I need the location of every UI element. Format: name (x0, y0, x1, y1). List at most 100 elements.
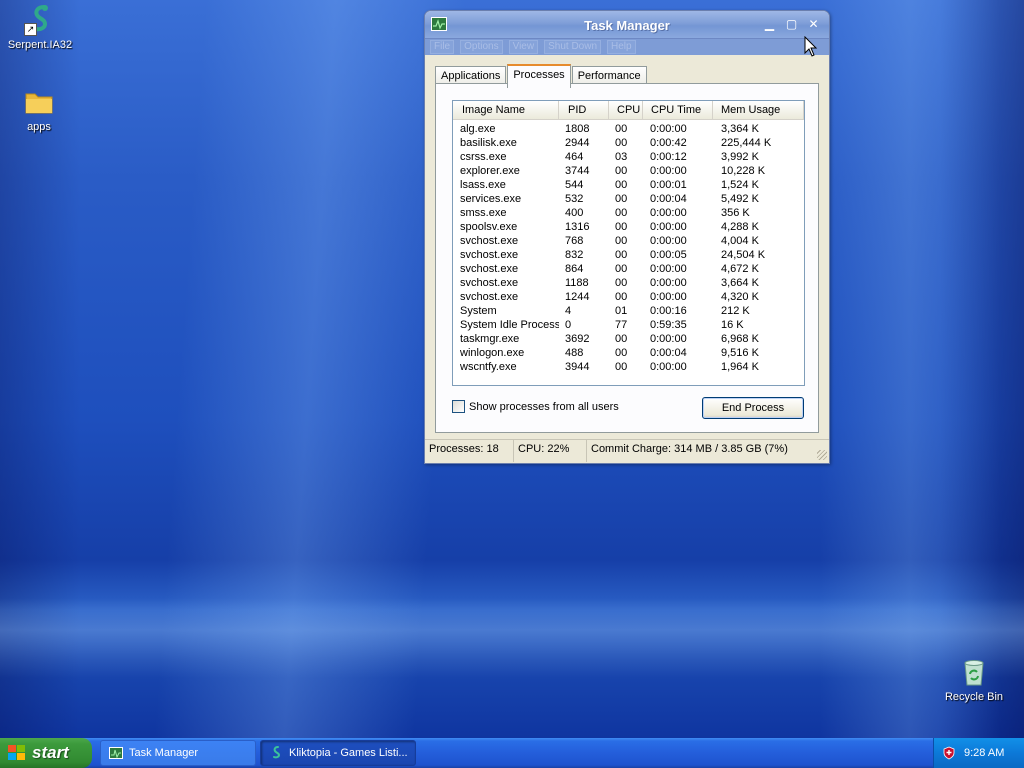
process-image-name: System Idle Process (460, 319, 559, 331)
table-row[interactable]: spoolsv.exe 1316 00 0:00:00 4,288 K (453, 220, 804, 234)
tab-processes[interactable]: Processes (507, 64, 571, 88)
process-cpu-time: 0:00:16 (650, 305, 687, 317)
process-image-name: alg.exe (460, 123, 496, 135)
column-header-mem-usage[interactable]: Mem Usage (713, 101, 804, 119)
maximize-icon: ▢ (785, 17, 798, 31)
column-header-cpu-time[interactable]: CPU Time (643, 101, 713, 119)
process-cpu: 00 (615, 277, 628, 289)
process-cpu: 00 (615, 291, 628, 303)
menu-help[interactable]: Help (607, 40, 636, 54)
minimize-icon: ▁ (764, 17, 775, 31)
process-mem-usage: 16 K (721, 319, 744, 331)
table-row[interactable]: alg.exe 1808 00 0:00:00 3,364 K (453, 122, 804, 136)
status-bar: Processes: 18 CPU: 22% Commit Charge: 31… (425, 439, 829, 462)
table-row[interactable]: System Idle Process 0 77 0:59:35 16 K (453, 318, 804, 332)
table-row[interactable]: lsass.exe 544 00 0:00:01 1,524 K (453, 178, 804, 192)
menu-file[interactable]: File (430, 40, 455, 54)
process-cpu: 00 (615, 347, 628, 359)
process-pid: 768 (565, 235, 584, 247)
close-icon: ✕ (808, 17, 819, 31)
desktop-icon-serpent[interactable]: ↗ Serpent.IA32 (0, 4, 80, 51)
process-cpu: 00 (615, 263, 628, 275)
status-commit-charge: Commit Charge: 314 MB / 3.85 GB (7%) (591, 443, 788, 455)
menu-options[interactable]: Options (460, 40, 503, 54)
taskbar: start Task Manager Kliktopia - Games Lis… (0, 738, 1024, 768)
table-row[interactable]: smss.exe 400 00 0:00:00 356 K (453, 206, 804, 220)
process-pid: 3744 (565, 165, 590, 177)
process-cpu-time: 0:00:00 (650, 361, 687, 373)
maximize-button[interactable]: ▢ (783, 16, 800, 33)
table-row[interactable]: svchost.exe 832 00 0:00:05 24,504 K (453, 248, 804, 262)
process-cpu-time: 0:00:42 (650, 137, 687, 149)
column-header-image-name[interactable]: Image Name (453, 101, 559, 119)
process-cpu-time: 0:00:00 (650, 123, 687, 135)
table-row[interactable]: svchost.exe 864 00 0:00:00 4,672 K (453, 262, 804, 276)
wallpaper-streak (0, 598, 1024, 678)
process-mem-usage: 9,516 K (721, 347, 759, 359)
desktop-icon-label: apps (27, 121, 51, 133)
menu-shut-down[interactable]: Shut Down (544, 40, 602, 54)
table-row[interactable]: svchost.exe 768 00 0:00:00 4,004 K (453, 234, 804, 248)
desktop-icon-recycle-bin[interactable]: Recycle Bin (934, 656, 1014, 703)
window-titlebar[interactable]: Task Manager ▁ ▢ ✕ (425, 11, 829, 39)
menu-view[interactable]: View (508, 40, 539, 54)
wallpaper-streak (820, 0, 1000, 738)
process-pid: 1316 (565, 221, 590, 233)
process-cpu-time: 0:00:04 (650, 193, 687, 205)
start-button[interactable]: start (0, 738, 92, 768)
table-row[interactable]: winlogon.exe 488 00 0:00:04 9,516 K (453, 346, 804, 360)
process-cpu: 00 (615, 193, 628, 205)
process-image-name: spoolsv.exe (460, 221, 518, 233)
table-row[interactable]: taskmgr.exe 3692 00 0:00:00 6,968 K (453, 332, 804, 346)
security-shield-icon[interactable] (942, 746, 956, 760)
show-all-users-checkbox[interactable] (452, 400, 465, 413)
menu-bar: File Options View Shut Down Help (425, 39, 829, 55)
process-pid: 0 (565, 319, 572, 331)
process-pid: 4 (565, 305, 572, 317)
process-pid: 1244 (565, 291, 590, 303)
column-header-cpu[interactable]: CPU (609, 101, 643, 119)
table-row[interactable]: svchost.exe 1244 00 0:00:00 4,320 K (453, 290, 804, 304)
table-row[interactable]: explorer.exe 3744 00 0:00:00 10,228 K (453, 164, 804, 178)
desktop-icon-label: Serpent.IA32 (7, 39, 73, 51)
table-row[interactable]: basilisk.exe 2944 00 0:00:42 225,444 K (453, 136, 804, 150)
process-image-name: taskmgr.exe (460, 333, 520, 345)
process-cpu: 00 (615, 249, 628, 261)
process-list[interactable]: Image Name PID CPU CPU Time Mem Usage al… (452, 100, 805, 386)
serpent-icon: ↗ (24, 4, 56, 36)
table-row[interactable]: System 4 01 0:00:16 212 K (453, 304, 804, 318)
shortcut-arrow-icon: ↗ (24, 23, 37, 36)
process-cpu: 77 (615, 319, 628, 331)
taskbar-button-task-manager[interactable]: Task Manager (100, 740, 256, 766)
resize-grip[interactable] (817, 450, 827, 460)
process-pid: 832 (565, 249, 584, 261)
table-row[interactable]: csrss.exe 464 03 0:00:12 3,992 K (453, 150, 804, 164)
table-row[interactable]: svchost.exe 1188 00 0:00:00 3,664 K (453, 276, 804, 290)
taskbar-button-label: Kliktopia - Games Listi... (289, 747, 408, 759)
process-cpu-time: 0:00:12 (650, 151, 687, 163)
process-image-name: smss.exe (460, 207, 507, 219)
process-pid: 864 (565, 263, 584, 275)
process-cpu: 00 (615, 235, 628, 247)
minimize-button[interactable]: ▁ (761, 16, 778, 33)
process-mem-usage: 1,964 K (721, 361, 759, 373)
desktop-icon-apps[interactable]: apps (0, 86, 79, 133)
process-cpu-time: 0:00:01 (650, 179, 687, 191)
task-manager-icon (109, 746, 123, 760)
taskbar-button-browser[interactable]: Kliktopia - Games Listi... (260, 740, 416, 766)
end-process-button[interactable]: End Process (702, 397, 804, 419)
clock[interactable]: 9:28 AM (964, 738, 1004, 768)
close-button[interactable]: ✕ (805, 16, 822, 33)
show-all-users-option[interactable]: Show processes from all users (452, 400, 619, 413)
process-image-name: basilisk.exe (460, 137, 517, 149)
process-cpu: 00 (615, 137, 628, 149)
processes-panel: Image Name PID CPU CPU Time Mem Usage al… (435, 83, 819, 433)
table-row[interactable]: services.exe 532 00 0:00:04 5,492 K (453, 192, 804, 206)
process-mem-usage: 24,504 K (721, 249, 766, 261)
process-mem-usage: 4,288 K (721, 221, 759, 233)
column-header-pid[interactable]: PID (559, 101, 609, 119)
process-cpu-time: 0:00:00 (650, 221, 687, 233)
process-cpu: 01 (615, 305, 628, 317)
table-row[interactable]: wscntfy.exe 3944 00 0:00:00 1,964 K (453, 360, 804, 374)
process-list-body: alg.exe 1808 00 0:00:00 3,364 K basilisk.exe 2… (453, 120, 804, 374)
